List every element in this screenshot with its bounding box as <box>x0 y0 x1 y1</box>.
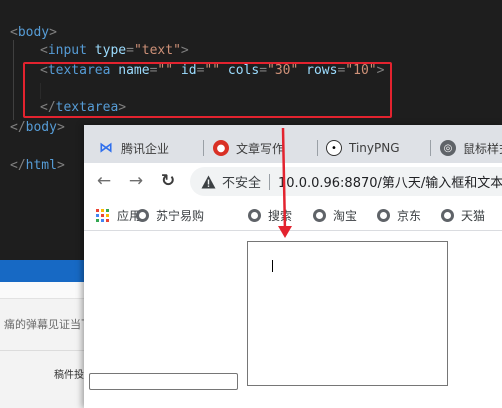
tab-separator <box>317 140 318 156</box>
text-caret <box>272 260 273 272</box>
code-line-body-open: <body> <box>10 25 57 40</box>
bookmark-label: 苏宁易购 <box>156 209 205 223</box>
globe-icon <box>313 209 326 222</box>
back-button[interactable]: ← <box>94 171 114 191</box>
page-content <box>84 231 502 408</box>
textarea[interactable] <box>247 241 448 386</box>
tab-writing[interactable]: ● 文章写作 <box>213 134 313 162</box>
background-app-header <box>0 282 84 299</box>
background-app-titlebar <box>0 260 84 282</box>
tab-tinypng[interactable]: • TinyPNG <box>326 134 426 162</box>
divider <box>0 350 84 351</box>
text-input[interactable] <box>89 373 238 390</box>
browser-toolbar: ← → ↻ 不安全 10.0.0.96:8870/第八天/输入框和文本域 <box>84 163 502 200</box>
indent-guide <box>13 40 14 120</box>
background-app-panel: 痛的弹幕见证当下 稿件投 <box>0 282 92 408</box>
background-app-text-2: 稿件投 <box>54 370 84 381</box>
tab-separator <box>430 140 431 156</box>
browser-window: ⋈ 腾讯企业 ● 文章写作 • TinyPNG ◎ 鼠标样式 ← → ↻ 不安全… <box>84 125 502 408</box>
code-line-html-close: </html> <box>10 158 65 173</box>
globe-icon <box>441 209 454 222</box>
tab-label: 文章写作 <box>236 141 285 156</box>
code-line-input: <input type="text"> <box>40 43 189 58</box>
tab-separator <box>203 140 204 156</box>
bookmark-search[interactable]: 搜索 <box>248 207 292 224</box>
bookmark-tmall[interactable]: 天猫 <box>441 207 485 224</box>
bookmark-suning[interactable]: 苏宁易购 <box>136 207 204 224</box>
tab-label: 鼠标样式 <box>463 141 502 156</box>
tab-label: 腾讯企业 <box>121 141 170 156</box>
globe-icon <box>248 209 261 222</box>
bookmark-label: 京东 <box>397 209 422 223</box>
address-bar[interactable]: 不安全 10.0.0.96:8870/第八天/输入框和文本域 <box>190 167 502 196</box>
background-app-text: 痛的弹幕见证当下 <box>4 318 92 331</box>
bookmark-apps[interactable]: 应用 <box>96 207 141 224</box>
apps-grid-icon <box>96 209 109 222</box>
code-line-body-close: </body> <box>10 120 65 135</box>
globe-icon <box>377 209 390 222</box>
highlight-box <box>23 62 392 118</box>
bookmark-label: 淘宝 <box>333 209 358 223</box>
bookmarks-bar: 应用 苏宁易购 搜索 淘宝 京东 天猫 <box>84 200 502 231</box>
globe-icon: ◎ <box>440 140 456 156</box>
forward-button[interactable]: → <box>126 171 146 191</box>
bookmark-taobao[interactable]: 淘宝 <box>313 207 357 224</box>
tab-label: TinyPNG <box>349 141 400 155</box>
writing-icon: ● <box>213 140 229 156</box>
bookmark-label: 搜索 <box>268 209 293 223</box>
security-label[interactable]: 不安全 <box>222 172 261 191</box>
bookmark-jd[interactable]: 京东 <box>377 207 421 224</box>
globe-icon <box>136 209 149 222</box>
bookmark-label: 天猫 <box>461 209 486 223</box>
tab-cursor-style[interactable]: ◎ 鼠标样式 <box>440 134 502 162</box>
omnibox-divider <box>269 173 271 190</box>
tab-tencent[interactable]: ⋈ 腾讯企业 <box>98 134 198 162</box>
tencent-exmail-icon: ⋈ <box>99 140 113 156</box>
panda-icon: • <box>326 140 342 156</box>
url-text[interactable]: 10.0.0.96:8870/第八天/输入框和文本域 <box>278 172 502 191</box>
warning-icon[interactable] <box>200 174 216 190</box>
tab-strip: ⋈ 腾讯企业 ● 文章写作 • TinyPNG ◎ 鼠标样式 <box>84 125 502 163</box>
reload-button[interactable]: ↻ <box>158 171 178 191</box>
